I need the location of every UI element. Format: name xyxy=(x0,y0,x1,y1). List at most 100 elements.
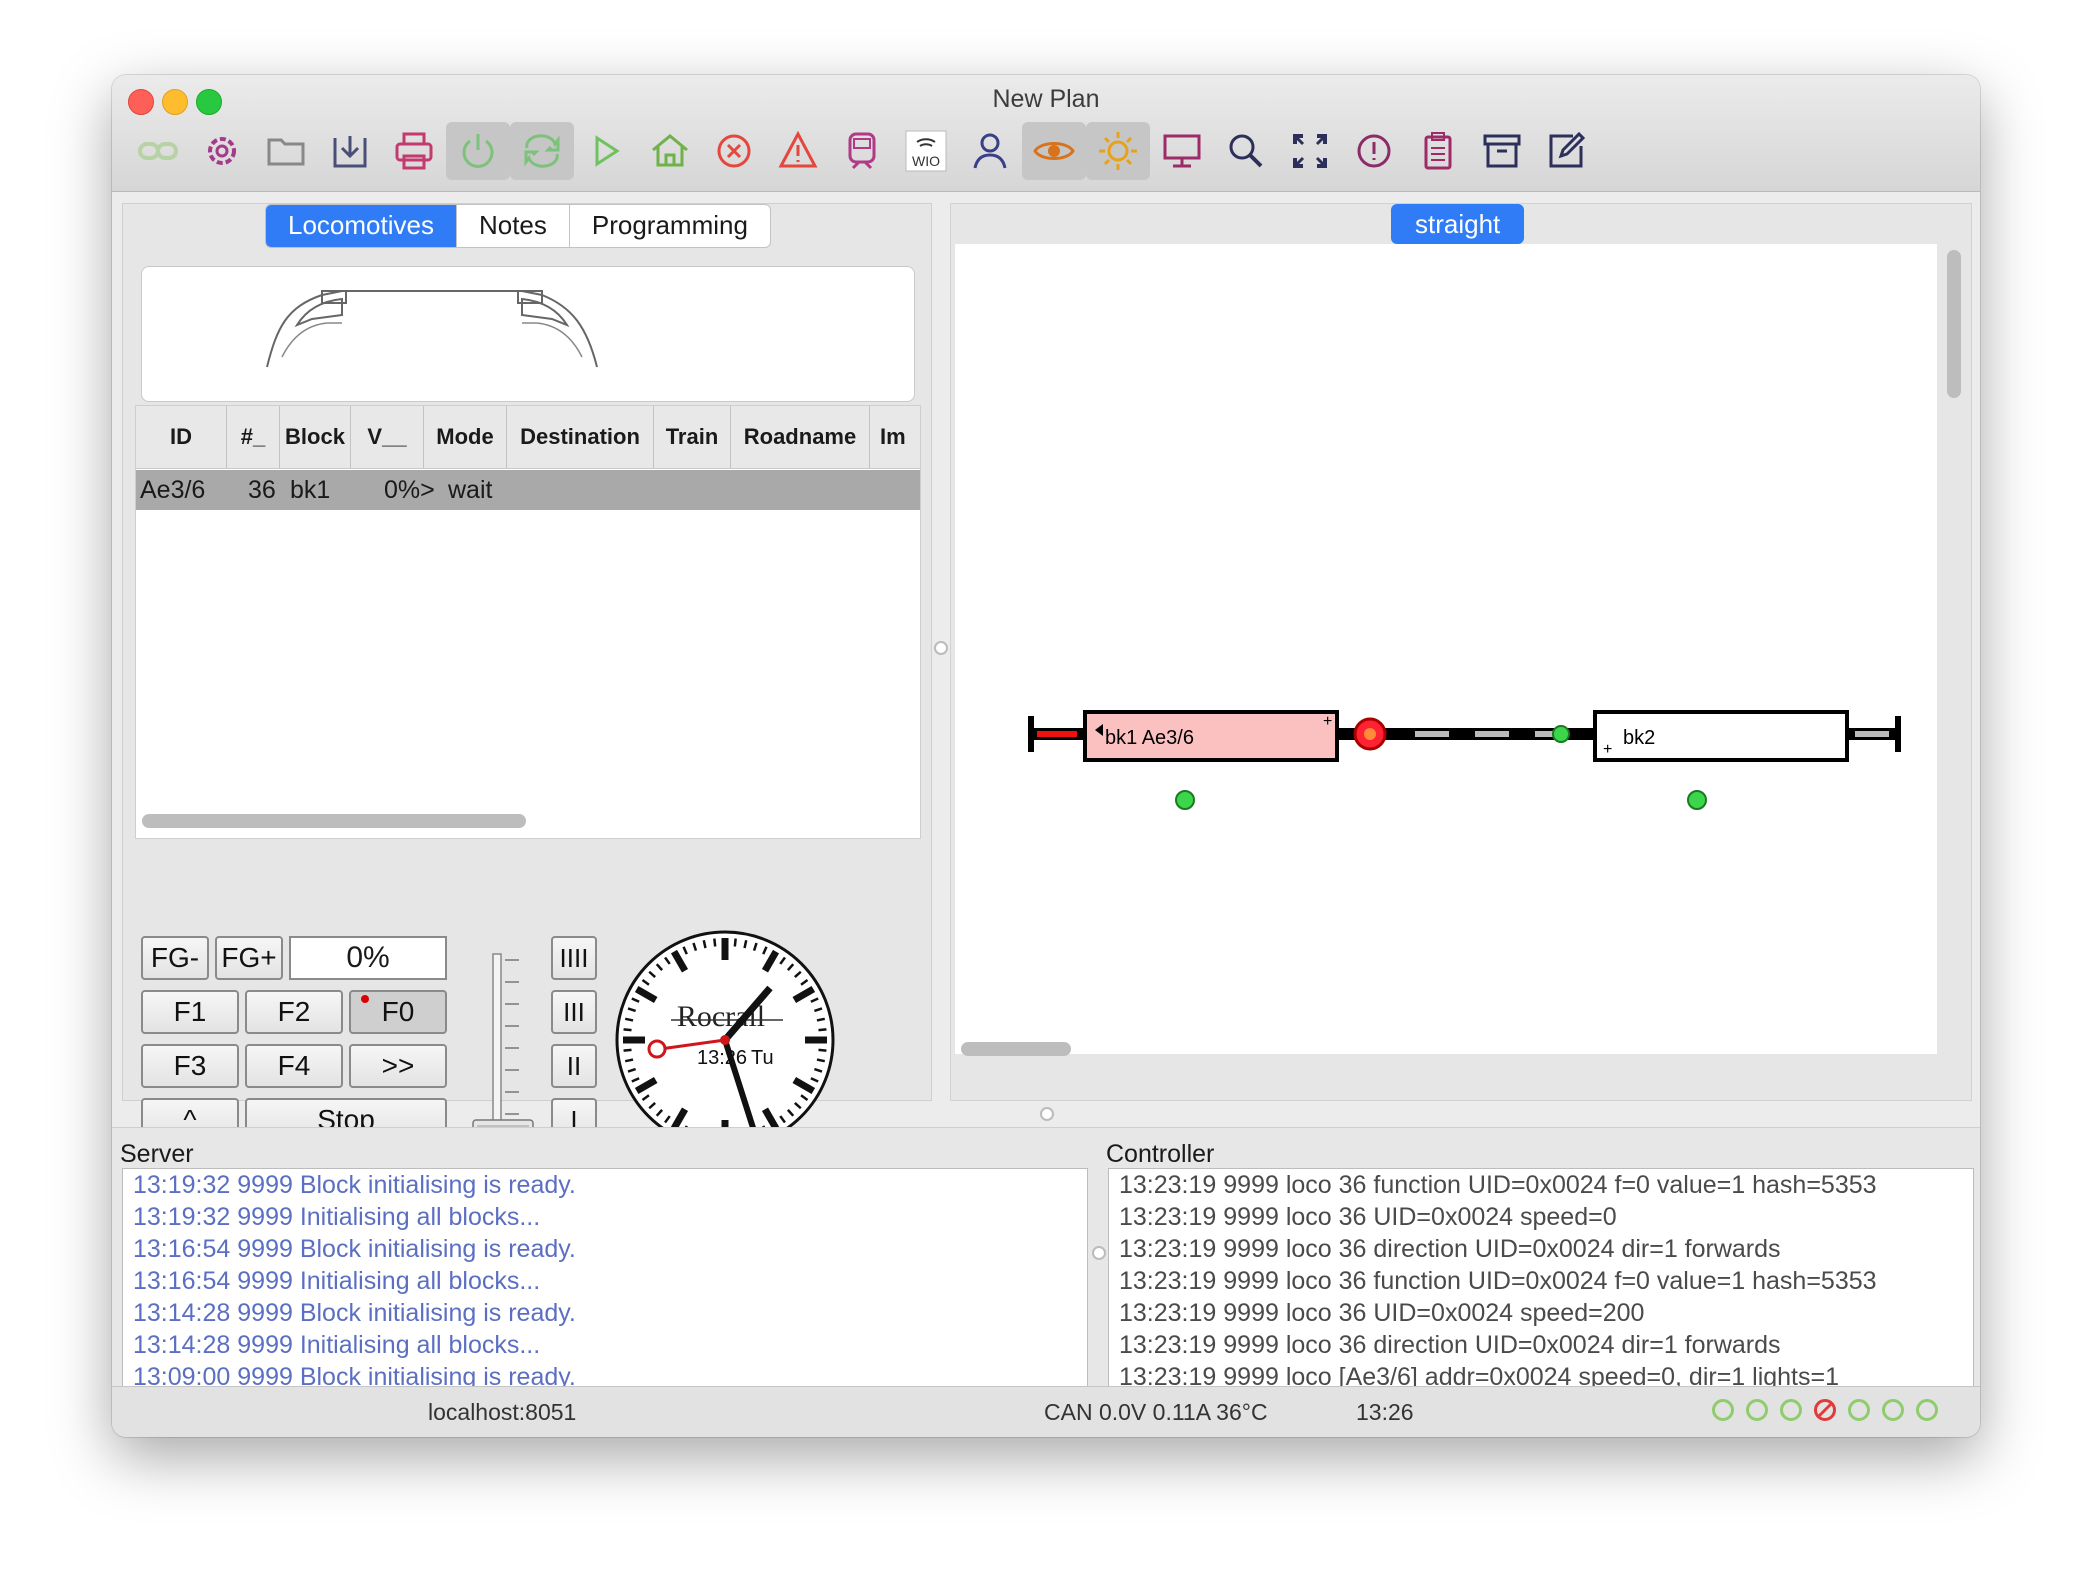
plan-hscrollbar[interactable] xyxy=(961,1042,1071,1056)
link-icon[interactable] xyxy=(126,122,190,180)
table-hscrollbar[interactable] xyxy=(142,814,526,828)
clock-minute-tick xyxy=(743,939,748,949)
controller-log[interactable]: 13:23:19 9999 loco 36 function UID=0x002… xyxy=(1108,1168,1974,1388)
server-log-label: Server xyxy=(120,1140,194,1168)
log-line: 13:16:54 9999 Block initialising is read… xyxy=(133,1235,576,1263)
clock-minute-tick xyxy=(623,1028,632,1032)
left-tabs: Locomotives Notes Programming xyxy=(265,204,771,248)
f2-button[interactable]: F2 xyxy=(245,990,343,1034)
sensor-bk1[interactable] xyxy=(1175,790,1195,810)
col-addr[interactable]: #_ xyxy=(227,406,280,468)
log-line: 13:19:32 9999 Block initialising is read… xyxy=(133,1171,576,1199)
log-splitter[interactable] xyxy=(1092,1246,1106,1260)
f1-button[interactable]: F1 xyxy=(141,990,239,1034)
server-log[interactable]: 13:19:32 9999 Block initialising is read… xyxy=(122,1168,1088,1388)
col-train[interactable]: Train xyxy=(654,406,731,468)
tab-programming[interactable]: Programming xyxy=(570,205,770,247)
track-plan-canvas: bk1 Ae3/6 + bk2 + xyxy=(955,244,1937,1054)
vertical-splitter[interactable] xyxy=(934,641,948,655)
log-line: 13:23:19 9999 loco 36 UID=0x0024 speed=0 xyxy=(1119,1203,1617,1231)
power-icon[interactable] xyxy=(446,122,510,180)
clock-minute-tick xyxy=(623,1048,632,1052)
controller-log-label: Controller xyxy=(1106,1140,1215,1168)
more-functions-button[interactable]: >> xyxy=(349,1044,447,1088)
plan-pane: straight bk1 Ae3/6 + bk2 + xyxy=(950,203,1972,1101)
home-icon[interactable] xyxy=(638,122,702,180)
folder-icon[interactable] xyxy=(254,122,318,180)
fullscreen-icon[interactable] xyxy=(1278,122,1342,180)
status-led-icon xyxy=(1848,1399,1870,1421)
wio-icon[interactable]: WIO xyxy=(894,122,958,180)
log-line: 13:23:19 9999 loco 36 function UID=0x002… xyxy=(1119,1171,1877,1199)
speed-step-2-button[interactable]: II xyxy=(551,1044,597,1088)
track-occupied xyxy=(1037,731,1077,737)
status-led-icon xyxy=(1916,1399,1938,1421)
table-row[interactable]: Ae3/6 36 bk1 0%> wait xyxy=(136,470,920,510)
col-image[interactable]: Im xyxy=(870,406,920,468)
col-id[interactable]: ID xyxy=(136,406,227,468)
print-icon[interactable] xyxy=(382,122,446,180)
status-led-icon xyxy=(1882,1399,1904,1421)
log-line: 13:23:19 9999 loco 36 function UID=0x002… xyxy=(1119,1267,1877,1295)
tab-locomotives[interactable]: Locomotives xyxy=(266,205,457,247)
play-icon[interactable] xyxy=(574,122,638,180)
train-icon[interactable] xyxy=(830,122,894,180)
station-clock: Rocrail 13:26 Tu xyxy=(615,930,835,1150)
clock-time: 13:26 xyxy=(697,1047,747,1069)
f3-button[interactable]: F3 xyxy=(141,1044,239,1088)
sensor-bk2[interactable] xyxy=(1687,790,1707,810)
col-block[interactable]: Block xyxy=(280,406,351,468)
tab-straight[interactable]: straight xyxy=(1391,204,1525,244)
clock-minute-tick xyxy=(702,939,707,949)
clock-minute-tick xyxy=(624,1017,634,1022)
horizontal-splitter[interactable] xyxy=(1040,1107,1054,1121)
info-icon[interactable] xyxy=(1342,122,1406,180)
clock-minute-tick xyxy=(713,938,717,947)
status-bar: localhost:8051 CAN 0.0V 0.11A 36°C 13:26 xyxy=(112,1386,1980,1437)
loco-table: ID #_ Block V__ Mode Destination Train R… xyxy=(135,405,921,839)
stop-icon[interactable] xyxy=(702,122,766,180)
log-line: 13:19:32 9999 Initialising all blocks... xyxy=(133,1203,541,1231)
app-window: New Plan WIO Locomotives Notes Programmi… xyxy=(112,75,1980,1437)
fg-minus-button[interactable]: FG- xyxy=(141,936,209,980)
warning-icon[interactable] xyxy=(766,122,830,180)
log-line: 13:23:19 9999 loco 36 direction UID=0x00… xyxy=(1119,1235,1781,1263)
block-bk2-plus: + xyxy=(1603,741,1612,758)
settings-icon[interactable] xyxy=(190,122,254,180)
edit-icon[interactable] xyxy=(1534,122,1598,180)
col-speed[interactable]: V__ xyxy=(351,406,424,468)
clock-minute-tick xyxy=(818,1048,827,1052)
monitor-icon[interactable] xyxy=(1150,122,1214,180)
speed-step-4-button[interactable]: IIII xyxy=(551,936,597,980)
sun-icon[interactable] xyxy=(1086,122,1150,180)
user-icon[interactable] xyxy=(958,122,1022,180)
f4-button[interactable]: F4 xyxy=(245,1044,343,1088)
col-destination[interactable]: Destination xyxy=(507,406,654,468)
log-line: 13:23:19 9999 loco 36 UID=0x0024 speed=2… xyxy=(1119,1299,1645,1327)
log-line: 13:23:19 9999 loco [Ae3/6] addr=0x0024 s… xyxy=(1119,1363,1840,1388)
sensor-track[interactable] xyxy=(1552,725,1570,743)
clock-day: Tu xyxy=(751,1047,774,1069)
plan-vscrollbar[interactable] xyxy=(1947,250,1961,398)
log-line: 13:14:28 9999 Initialising all blocks... xyxy=(133,1331,541,1359)
download-icon[interactable] xyxy=(318,122,382,180)
clock-minute-tick xyxy=(816,1017,826,1022)
speed-slider[interactable] xyxy=(469,948,535,1144)
status-host: localhost:8051 xyxy=(428,1399,577,1425)
speed-display: 0% xyxy=(289,936,447,980)
fg-plus-button[interactable]: FG+ xyxy=(215,936,283,980)
clipboard-icon[interactable] xyxy=(1406,122,1470,180)
log-line: 13:16:54 9999 Initialising all blocks... xyxy=(133,1267,541,1295)
loco-outline-image xyxy=(266,290,598,368)
locomotives-pane: Locomotives Notes Programming ID #_ Bloc… xyxy=(122,203,932,1150)
status-power: CAN 0.0V 0.11A 36°C xyxy=(1044,1399,1268,1425)
tab-notes[interactable]: Notes xyxy=(457,205,570,247)
eye-icon[interactable] xyxy=(1022,122,1086,180)
speed-step-3-button[interactable]: III xyxy=(551,990,597,1034)
col-roadname[interactable]: Roadname xyxy=(731,406,870,468)
sync-icon[interactable] xyxy=(510,122,574,180)
col-mode[interactable]: Mode xyxy=(424,406,507,468)
status-led-icon xyxy=(1780,1399,1802,1421)
search-icon[interactable] xyxy=(1214,122,1278,180)
archive-icon[interactable] xyxy=(1470,122,1534,180)
